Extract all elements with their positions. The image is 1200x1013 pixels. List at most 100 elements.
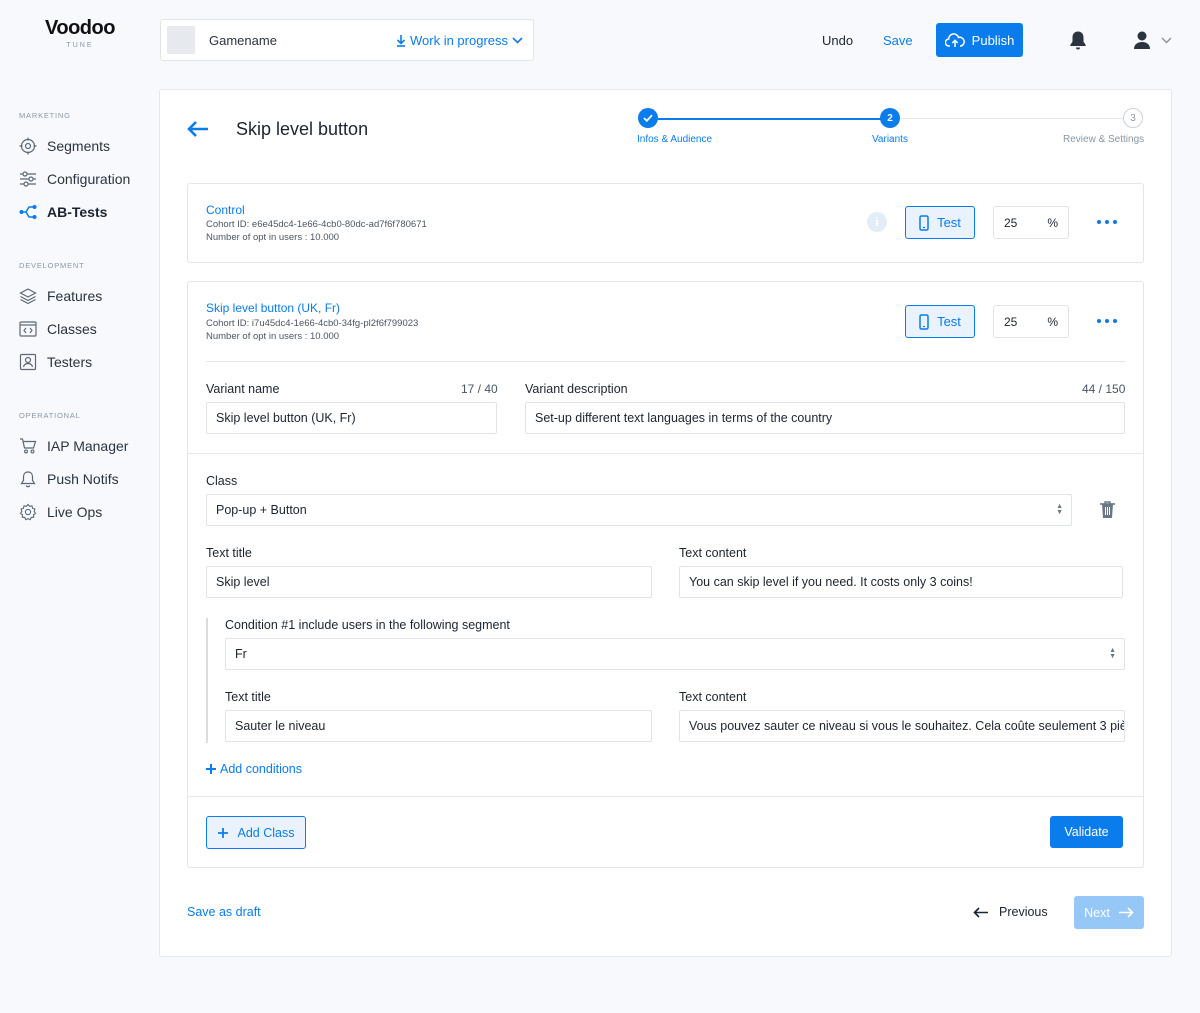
add-conditions-button[interactable]: Add conditions <box>206 762 302 776</box>
condition-text-content-label: Text content <box>679 690 747 704</box>
stepper-progress-line <box>648 118 890 120</box>
sidebar-item-label: Configuration <box>47 171 131 187</box>
condition-segment-select[interactable]: Fr ▲ ▼ <box>225 638 1125 670</box>
plus-icon <box>206 764 216 774</box>
layers-icon <box>19 287 37 305</box>
add-class-label: Add Class <box>237 825 295 840</box>
text-content-input[interactable]: You can skip level if you need. It costs… <box>679 566 1123 598</box>
sliders-icon <box>19 170 37 188</box>
user-menu[interactable] <box>1133 30 1172 50</box>
info-icon[interactable]: i <box>867 212 887 232</box>
bell-icon <box>19 470 37 488</box>
back-arrow-icon[interactable] <box>186 120 210 138</box>
percent-unit: % <box>1047 314 1058 329</box>
class-select-value: Pop-up + Button <box>216 503 307 517</box>
step-3-label: Review & Settings <box>1063 134 1145 145</box>
sidebar-item-live-ops[interactable]: Live Ops <box>19 502 102 522</box>
sidebar-item-segments[interactable]: Segments <box>19 136 110 156</box>
condition-text-title-label: Text title <box>225 690 271 704</box>
target-icon <box>19 137 37 155</box>
sidebar-item-label: Live Ops <box>47 504 103 520</box>
condition-text-content-input[interactable]: Vous pouvez sauter ce niveau si vous le … <box>679 710 1125 742</box>
select-arrows-icon: ▲ ▼ <box>1056 503 1063 516</box>
step-3-indicator[interactable]: 3 <box>1123 108 1143 128</box>
save-as-draft-link[interactable]: Save as draft <box>187 905 261 919</box>
divider <box>206 361 1125 362</box>
arrow-right-icon <box>1118 907 1134 918</box>
validate-button[interactable]: Validate <box>1050 816 1123 848</box>
condition-label: Condition #1 include users in the follow… <box>225 618 510 632</box>
trash-icon[interactable] <box>1099 500 1116 519</box>
percent-value: 25 <box>1004 314 1018 329</box>
sidebar-item-configuration[interactable]: Configuration <box>19 169 130 189</box>
text-title-input[interactable]: Skip level <box>206 566 652 598</box>
sidebar-item-testers[interactable]: Testers <box>19 352 92 372</box>
step-2-indicator[interactable]: 2 <box>880 108 900 128</box>
previous-label: Previous <box>999 905 1048 919</box>
previous-button[interactable]: Previous <box>973 905 1048 919</box>
percent-unit: % <box>1047 215 1058 230</box>
step-1-label: Infos & Audience <box>637 134 713 145</box>
chevron-down-icon <box>1161 36 1172 44</box>
variant-name-label: Variant name <box>206 382 280 396</box>
control-title[interactable]: Control <box>206 203 245 217</box>
sidebar-section-marketing: MARKETING <box>19 111 71 120</box>
sidebar-item-label: Segments <box>47 138 111 154</box>
sidebar-section-operational: OPERATIONAL <box>19 411 81 420</box>
control-percent-input[interactable]: 25 % <box>993 206 1069 239</box>
sidebar-item-label: Classes <box>47 321 97 337</box>
code-icon <box>19 320 37 338</box>
ab-test-icon <box>19 203 37 221</box>
sidebar-item-ab-tests[interactable]: AB-Tests <box>19 202 107 222</box>
variant-cohort-id: Cohort ID: i7u45dc4-1e66-4cb0-34fg-pl2f6… <box>206 318 419 329</box>
game-status-dropdown[interactable]: Work in progress <box>396 33 523 48</box>
class-select[interactable]: Pop-up + Button ▲ ▼ <box>206 494 1072 526</box>
notifications-bell-icon[interactable] <box>1067 29 1089 51</box>
divider <box>188 796 1143 797</box>
test-label: Test <box>937 215 961 230</box>
step-2-label: Variants <box>872 134 908 145</box>
brand-subtitle: TUNE <box>66 42 94 49</box>
game-selector[interactable]: Gamename Work in progress <box>160 19 534 61</box>
download-arrow-icon <box>396 34 406 47</box>
publish-label: Publish <box>971 32 1015 48</box>
sidebar-item-label: IAP Manager <box>47 438 129 454</box>
arrow-left-icon <box>973 906 989 918</box>
sidebar-item-push-notifs[interactable]: Push Notifs <box>19 469 119 489</box>
variant-optin-count: Number of opt in users : 10.000 <box>206 331 340 342</box>
publish-button[interactable]: Publish <box>936 23 1023 57</box>
class-label: Class <box>206 474 238 488</box>
variant-title[interactable]: Skip level button (UK, Fr) <box>206 301 340 315</box>
sidebar-item-iap-manager[interactable]: IAP Manager <box>19 436 128 456</box>
add-conditions-label: Add conditions <box>220 762 303 776</box>
test-label: Test <box>937 314 961 329</box>
percent-value: 25 <box>1004 215 1018 230</box>
divider <box>188 453 1143 454</box>
brand-logo[interactable]: Voodoo TUNE <box>42 17 118 49</box>
undo-button[interactable]: Undo <box>822 33 853 48</box>
control-more-options-icon[interactable] <box>1097 220 1117 224</box>
next-label: Next <box>1084 905 1110 920</box>
chevron-down-icon <box>512 36 523 44</box>
control-test-button[interactable]: Test <box>905 206 975 239</box>
text-title-label: Text title <box>206 546 252 560</box>
save-button[interactable]: Save <box>883 33 913 48</box>
avatar-icon <box>1133 30 1151 50</box>
sidebar-item-label: AB-Tests <box>47 204 108 220</box>
sidebar-item-label: Testers <box>47 354 93 370</box>
sidebar-item-features[interactable]: Features <box>19 286 102 306</box>
variant-description-input[interactable]: Set-up different text languages in terms… <box>525 402 1125 434</box>
variant-percent-input[interactable]: 25 % <box>993 305 1069 338</box>
condition-text-title-input[interactable]: Sauter le niveau <box>225 710 652 742</box>
variant-name-input[interactable]: Skip level button (UK, Fr) <box>206 402 497 434</box>
variant-more-options-icon[interactable] <box>1097 319 1117 323</box>
phone-icon <box>919 214 929 231</box>
variant-test-button[interactable]: Test <box>905 305 975 338</box>
game-thumbnail <box>167 26 195 54</box>
cloud-upload-icon <box>944 32 965 48</box>
sidebar-item-classes[interactable]: Classes <box>19 319 97 339</box>
step-1-check-icon[interactable] <box>638 108 658 128</box>
sidebar-item-label: Push Notifs <box>47 471 119 487</box>
next-button[interactable]: Next <box>1074 896 1144 929</box>
add-class-button[interactable]: Add Class <box>206 816 306 849</box>
